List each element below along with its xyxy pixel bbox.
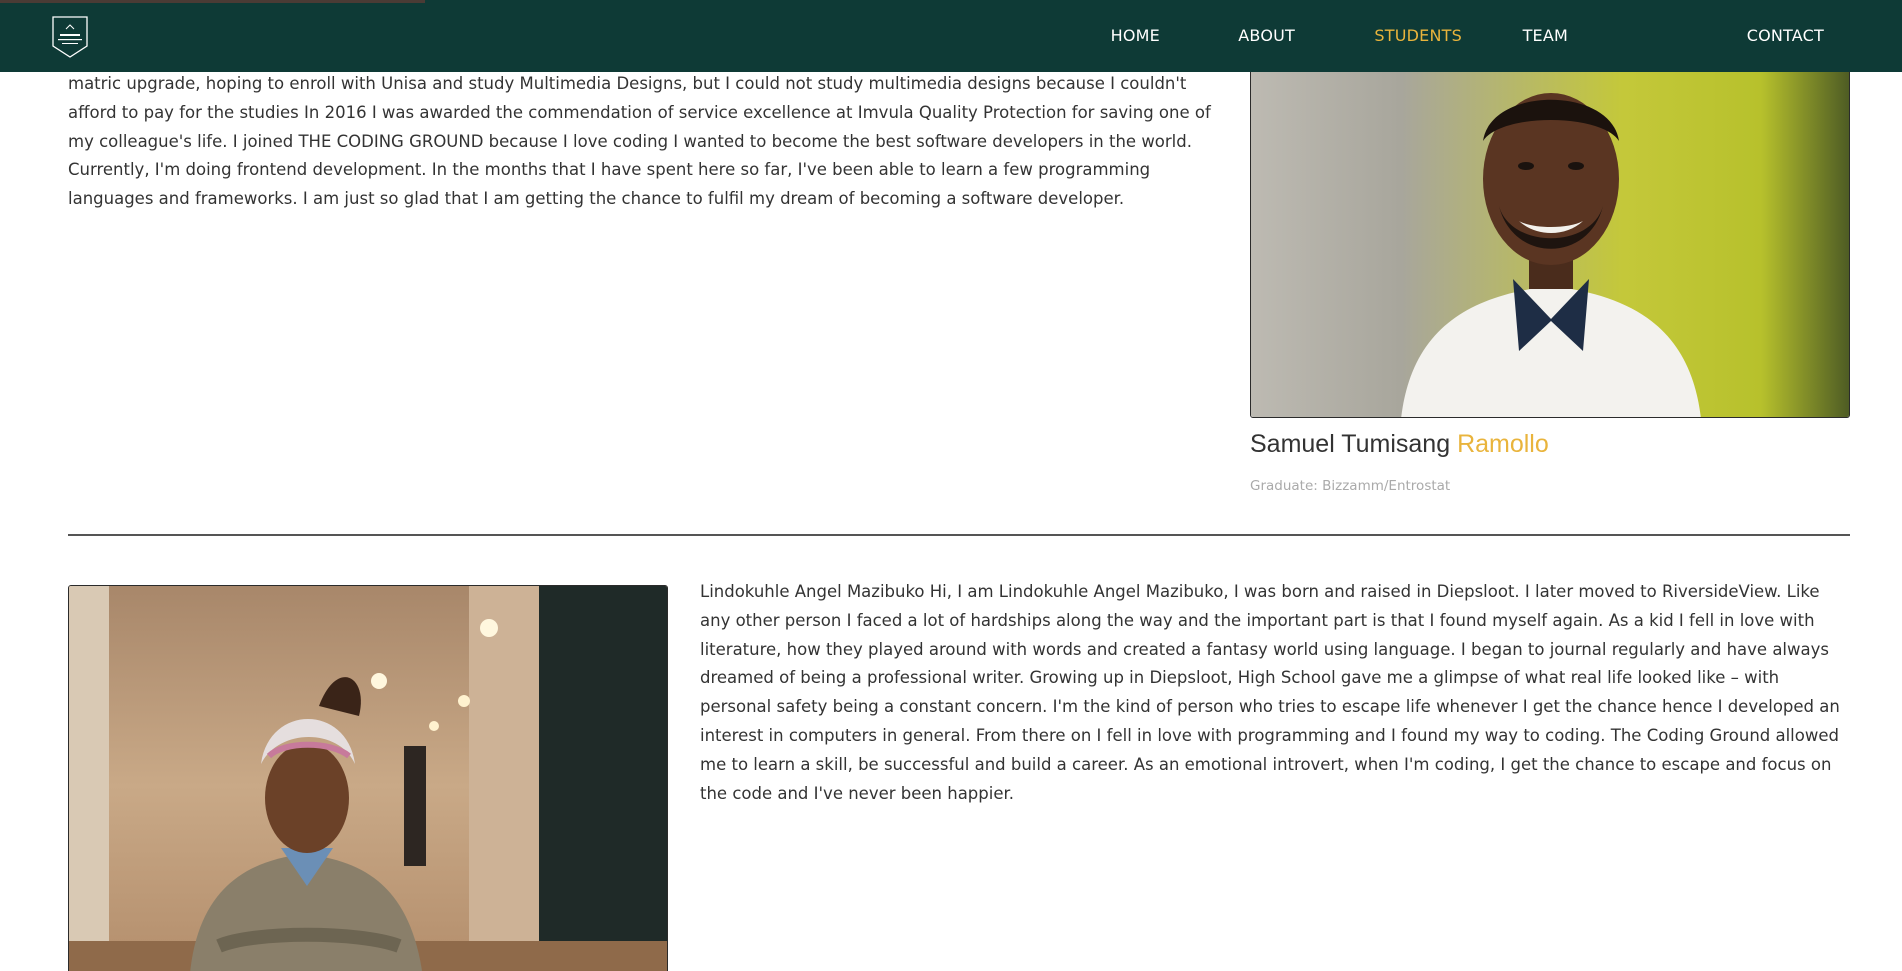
coding-ground-logo[interactable] (52, 16, 88, 58)
student-role: Graduate: Bizzamm/Entrostat (1250, 478, 1451, 494)
student-last-name: Ramollo (1457, 430, 1549, 458)
student-photo-samuel (1250, 50, 1850, 418)
nav-about-link[interactable]: ABOUT (1238, 26, 1295, 45)
student-photo-lindokuhle (68, 585, 668, 971)
section-divider (68, 534, 1850, 536)
student-first-name: Samuel Tumisang (1250, 430, 1451, 458)
student-name: Samuel Tumisang Ramollo (1250, 430, 1549, 459)
nav-home-link[interactable]: HOME (1111, 26, 1160, 45)
page-load-progress (0, 0, 425, 3)
nav-students-link[interactable]: STUDENTS (1374, 26, 1462, 45)
student-bio-text: matric upgrade, hoping to enroll with Un… (68, 74, 1211, 209)
nav-team-link[interactable]: TEAM (1523, 26, 1568, 45)
student-bio-text: Lindokuhle Angel Mazibuko Hi, I am Lindo… (700, 582, 1840, 803)
top-navbar: HOME ABOUT STUDENTS TEAM CONTACT (0, 0, 1902, 72)
nav-contact-link[interactable]: CONTACT (1747, 26, 1824, 45)
